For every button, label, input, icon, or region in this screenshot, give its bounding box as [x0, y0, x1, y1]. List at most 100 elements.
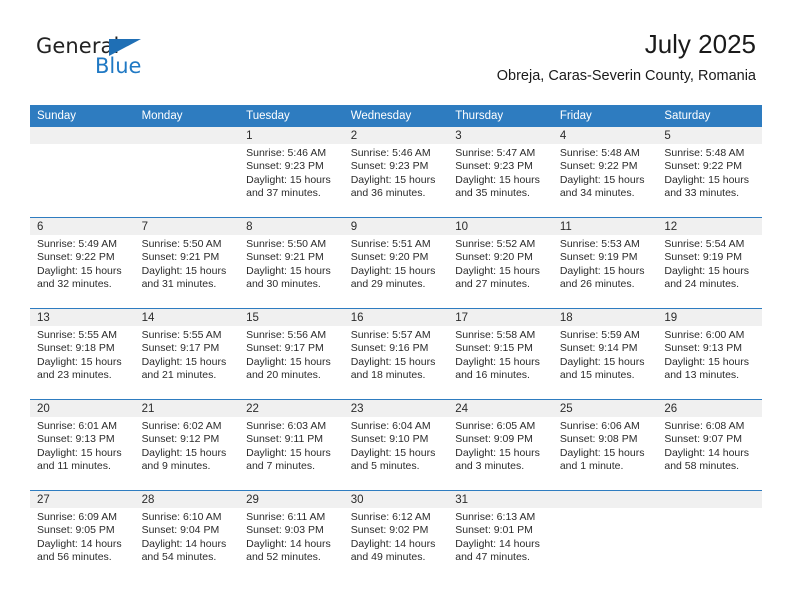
calendar-page: General Blue July 2025 Obreja, Caras-Sev…	[0, 0, 792, 612]
day-cell-inner: 15 Sunrise: 5:56 AM Sunset: 9:17 PM Dayligh…	[239, 309, 344, 399]
daylight-text: Daylight: 15 hours and 33 minutes.	[664, 173, 750, 200]
day-cell-inner: 19 Sunrise: 6:00 AM Sunset: 9:13 PM Dayligh…	[657, 309, 762, 399]
page-title: July 2025	[644, 29, 756, 59]
day-details: Sunrise: 5:49 AM Sunset: 9:22 PM Daylight:…	[30, 235, 135, 292]
sunset-text: Sunset: 9:23 PM	[246, 160, 324, 173]
calendar-day-cell[interactable]: 9 Sunrise: 5:51 AM Sunset: 9:20 PM Daylight…	[343, 217, 449, 309]
calendar-day-cell[interactable]: 11 Sunrise: 5:53 AM Sunset: 9:19 PM Dayligh…	[552, 217, 658, 309]
weekday-header-friday: Friday	[552, 105, 658, 127]
calendar-day-cell[interactable]: 23 Sunrise: 6:04 AM Sunset: 9:10 PM Dayligh…	[343, 399, 449, 491]
day-cell-inner: 2 Sunrise: 5:46 AM Sunset: 9:23 PM Daylight…	[343, 127, 449, 217]
weekday-header-wednesday: Wednesday	[343, 105, 449, 127]
calendar-day-cell[interactable]: 30 Sunrise: 6:12 AM Sunset: 9:02 PM Dayligh…	[343, 490, 449, 581]
day-details: Sunrise: 5:46 AM Sunset: 9:23 PM Daylight:…	[239, 144, 344, 201]
sunrise-text: Sunrise: 5:59 AM	[559, 329, 640, 341]
day-number: 31	[448, 491, 553, 508]
sunset-text: Sunset: 9:05 PM	[37, 524, 115, 537]
day-cell-inner: 16 Sunrise: 5:57 AM Sunset: 9:16 PM Dayligh…	[343, 309, 449, 399]
calendar-day-cell[interactable]: 13 Sunrise: 5:55 AM Sunset: 9:18 PM Dayligh…	[30, 308, 135, 400]
calendar-day-cell[interactable]: 25 Sunrise: 6:06 AM Sunset: 9:08 PM Dayligh…	[552, 399, 658, 491]
daylight-text: Daylight: 15 hours and 13 minutes.	[664, 355, 750, 382]
calendar-day-cell[interactable]: 3 Sunrise: 5:47 AM Sunset: 9:23 PM Daylight…	[448, 127, 553, 218]
day-cell-inner: 7 Sunrise: 5:50 AM Sunset: 9:21 PM Daylight…	[134, 218, 240, 308]
sunset-text: Sunset: 9:14 PM	[559, 342, 638, 355]
calendar-week-row: 20 Sunrise: 6:01 AM Sunset: 9:13 PM Dayligh…	[30, 399, 762, 491]
day-number: 2	[343, 127, 449, 144]
day-cell-inner: 4 Sunrise: 5:48 AM Sunset: 9:22 PM Daylight…	[552, 127, 658, 217]
day-cell-inner: 31 Sunrise: 6:13 AM Sunset: 9:01 PM Dayligh…	[448, 491, 553, 581]
calendar-day-cell[interactable]: 24 Sunrise: 6:05 AM Sunset: 9:09 PM Dayligh…	[448, 399, 553, 491]
daylight-text: Daylight: 15 hours and 21 minutes.	[141, 355, 227, 382]
day-number: 11	[552, 218, 658, 235]
day-cell-inner: 18 Sunrise: 5:59 AM Sunset: 9:14 PM Dayligh…	[552, 309, 658, 399]
day-details: Sunrise: 5:51 AM Sunset: 9:20 PM Daylight:…	[344, 235, 449, 292]
daylight-text: Daylight: 15 hours and 15 minutes.	[559, 355, 645, 382]
day-details: Sunrise: 6:08 AM Sunset: 9:07 PM Daylight:…	[657, 417, 762, 474]
sunset-text: Sunset: 9:07 PM	[664, 433, 743, 446]
calendar-day-cell[interactable]: 4 Sunrise: 5:48 AM Sunset: 9:22 PM Daylight…	[552, 127, 658, 218]
calendar-day-cell[interactable]: 28 Sunrise: 6:10 AM Sunset: 9:04 PM Dayligh…	[134, 490, 240, 581]
calendar-day-cell[interactable]: 22 Sunrise: 6:03 AM Sunset: 9:11 PM Dayligh…	[239, 399, 344, 491]
day-number	[30, 127, 135, 144]
day-cell-inner: 26 Sunrise: 6:08 AM Sunset: 9:07 PM Dayligh…	[657, 400, 762, 490]
day-details: Sunrise: 6:02 AM Sunset: 9:12 PM Daylight:…	[135, 417, 240, 474]
day-details: Sunrise: 5:48 AM Sunset: 9:22 PM Daylight:…	[657, 144, 762, 201]
calendar-day-cell[interactable]: 27 Sunrise: 6:09 AM Sunset: 9:05 PM Dayligh…	[30, 490, 135, 581]
calendar-day-cell[interactable]: 6 Sunrise: 5:49 AM Sunset: 9:22 PM Daylight…	[30, 217, 135, 309]
day-number: 9	[343, 218, 449, 235]
day-number: 24	[448, 400, 553, 417]
calendar-day-cell[interactable]: 1 Sunrise: 5:46 AM Sunset: 9:23 PM Daylight…	[239, 127, 344, 218]
calendar-day-cell[interactable]: 26 Sunrise: 6:08 AM Sunset: 9:07 PM Dayligh…	[657, 399, 762, 491]
sunset-text: Sunset: 9:19 PM	[559, 251, 638, 264]
day-number: 3	[448, 127, 553, 144]
calendar-day-cell[interactable]: 7 Sunrise: 5:50 AM Sunset: 9:21 PM Daylight…	[134, 217, 240, 309]
sunrise-text: Sunrise: 6:10 AM	[141, 511, 222, 523]
daylight-text: Daylight: 15 hours and 34 minutes.	[559, 173, 645, 200]
daylight-text: Daylight: 15 hours and 36 minutes.	[350, 173, 436, 200]
calendar-day-cell[interactable]: 12 Sunrise: 5:54 AM Sunset: 9:19 PM Dayligh…	[657, 217, 762, 309]
day-number: 30	[343, 491, 449, 508]
sunrise-text: Sunrise: 6:09 AM	[37, 511, 117, 523]
day-number: 19	[657, 309, 762, 326]
sunset-text: Sunset: 9:08 PM	[559, 433, 638, 446]
calendar-day-cell[interactable]: 21 Sunrise: 6:02 AM Sunset: 9:12 PM Dayligh…	[134, 399, 240, 491]
day-details: Sunrise: 6:05 AM Sunset: 9:09 PM Daylight:…	[448, 417, 553, 474]
sunset-text: Sunset: 9:21 PM	[141, 251, 220, 264]
daylight-text: Daylight: 15 hours and 26 minutes.	[559, 264, 645, 291]
weekday-header-thursday: Thursday	[448, 105, 553, 127]
day-cell-inner: 1 Sunrise: 5:46 AM Sunset: 9:23 PM Daylight…	[239, 127, 344, 217]
day-details: Sunrise: 6:03 AM Sunset: 9:11 PM Daylight:…	[239, 417, 344, 474]
day-details: Sunrise: 5:59 AM Sunset: 9:14 PM Daylight:…	[553, 326, 658, 383]
day-details: Sunrise: 5:47 AM Sunset: 9:23 PM Daylight:…	[448, 144, 553, 201]
calendar-day-cell[interactable]: 2 Sunrise: 5:46 AM Sunset: 9:23 PM Daylight…	[343, 127, 449, 218]
general-blue-logo[interactable]: General Blue	[36, 34, 186, 86]
calendar-day-cell[interactable]: 18 Sunrise: 5:59 AM Sunset: 9:14 PM Dayligh…	[552, 308, 658, 400]
calendar-day-cell[interactable]: 14 Sunrise: 5:55 AM Sunset: 9:17 PM Dayligh…	[134, 308, 240, 400]
day-cell-inner: 25 Sunrise: 6:06 AM Sunset: 9:08 PM Dayligh…	[552, 400, 658, 490]
sunset-text: Sunset: 9:13 PM	[664, 342, 743, 355]
day-details: Sunrise: 6:11 AM Sunset: 9:03 PM Daylight:…	[239, 508, 344, 565]
day-number: 29	[239, 491, 344, 508]
sunrise-text: Sunrise: 6:12 AM	[350, 511, 431, 523]
calendar-day-cell[interactable]: 29 Sunrise: 6:11 AM Sunset: 9:03 PM Dayligh…	[239, 490, 344, 581]
day-cell-inner	[134, 127, 240, 217]
calendar-day-cell[interactable]: 16 Sunrise: 5:57 AM Sunset: 9:16 PM Dayligh…	[343, 308, 449, 400]
daylight-text: Daylight: 14 hours and 52 minutes.	[246, 537, 331, 564]
daylight-text: Daylight: 15 hours and 1 minute.	[559, 446, 645, 473]
calendar-day-cell[interactable]: 5 Sunrise: 5:48 AM Sunset: 9:22 PM Daylight…	[657, 127, 762, 218]
day-cell-inner: 6 Sunrise: 5:49 AM Sunset: 9:22 PM Daylight…	[30, 218, 135, 308]
calendar-day-cell[interactable]: 10 Sunrise: 5:52 AM Sunset: 9:20 PM Dayligh…	[448, 217, 553, 309]
calendar-day-cell[interactable]: 31 Sunrise: 6:13 AM Sunset: 9:01 PM Dayligh…	[448, 490, 553, 581]
calendar-day-cell[interactable]: 20 Sunrise: 6:01 AM Sunset: 9:13 PM Dayligh…	[30, 399, 135, 491]
calendar-day-cell[interactable]: 8 Sunrise: 5:50 AM Sunset: 9:21 PM Daylight…	[239, 217, 344, 309]
sunrise-text: Sunrise: 5:57 AM	[350, 329, 431, 341]
calendar-day-cell[interactable]: 19 Sunrise: 6:00 AM Sunset: 9:13 PM Dayligh…	[657, 308, 762, 400]
calendar-day-cell[interactable]: 15 Sunrise: 5:56 AM Sunset: 9:17 PM Dayligh…	[239, 308, 344, 400]
weekday-header-saturday: Saturday	[657, 105, 762, 127]
sunset-text: Sunset: 9:10 PM	[350, 433, 429, 446]
day-number: 23	[343, 400, 449, 417]
calendar-day-cell[interactable]: 17 Sunrise: 5:58 AM Sunset: 9:15 PM Dayligh…	[448, 308, 553, 400]
day-details: Sunrise: 5:58 AM Sunset: 9:15 PM Daylight:…	[448, 326, 553, 383]
sunset-text: Sunset: 9:15 PM	[455, 342, 533, 355]
day-cell-inner: 8 Sunrise: 5:50 AM Sunset: 9:21 PM Daylight…	[239, 218, 344, 308]
